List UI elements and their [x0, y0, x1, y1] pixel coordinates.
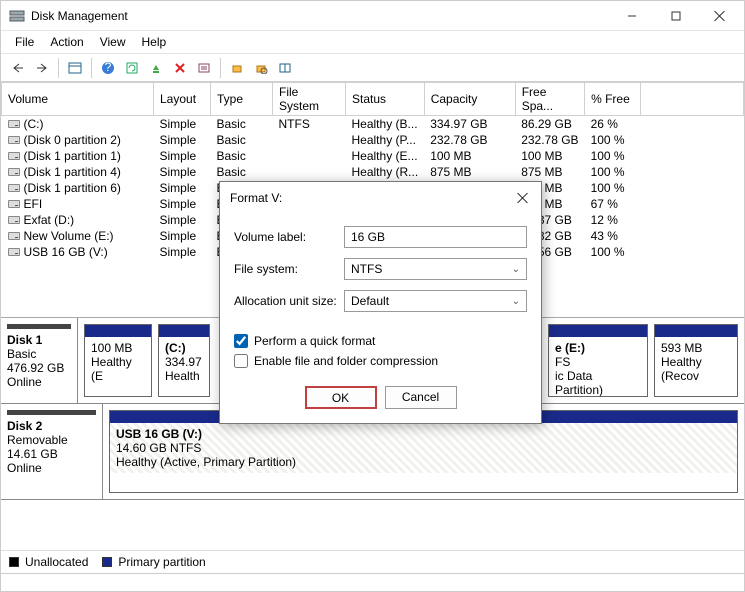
drive-icon: [8, 248, 20, 256]
statusbar: [1, 573, 744, 591]
svg-text:?: ?: [105, 61, 112, 74]
view-button[interactable]: [64, 57, 86, 79]
volume-label-label: Volume label:: [234, 230, 344, 244]
maximize-button[interactable]: [654, 2, 698, 30]
volume-label-input[interactable]: [344, 226, 527, 248]
table-row[interactable]: (Disk 0 partition 2)SimpleBasicHealthy (…: [2, 132, 744, 148]
file-system-label: File system:: [234, 262, 344, 276]
action3-icon[interactable]: [274, 57, 296, 79]
disk1-partition[interactable]: 100 MBHealthy (E: [84, 324, 152, 397]
quick-format-checkbox[interactable]: [234, 334, 248, 348]
col-header[interactable]: File System: [273, 83, 346, 116]
col-header[interactable]: Type: [211, 83, 273, 116]
drive-icon: [8, 120, 20, 128]
col-header[interactable]: Capacity: [424, 83, 515, 116]
menu-action[interactable]: Action: [44, 33, 89, 51]
close-button[interactable]: [698, 2, 742, 30]
legend: Unallocated Primary partition: [1, 550, 744, 573]
table-row[interactable]: (Disk 1 partition 1)SimpleBasicHealthy (…: [2, 148, 744, 164]
col-header[interactable]: Layout: [154, 83, 211, 116]
forward-button[interactable]: [31, 57, 53, 79]
drive-icon: [8, 184, 20, 192]
delete-icon[interactable]: [169, 57, 191, 79]
drive-icon: [8, 232, 20, 240]
drive-icon: [8, 152, 20, 160]
cancel-button[interactable]: Cancel: [385, 386, 457, 409]
titlebar: Disk Management: [1, 1, 744, 31]
col-header[interactable]: Volume: [2, 83, 154, 116]
table-row[interactable]: (C:)SimpleBasicNTFSHealthy (B...334.97 G…: [2, 116, 744, 133]
format-dialog: Format V: Volume label: File system: NTF…: [219, 181, 542, 424]
ok-button[interactable]: OK: [305, 386, 377, 409]
col-header[interactable]: Free Spa...: [515, 83, 584, 116]
disk1-partition[interactable]: (C:)334.97Health: [158, 324, 210, 397]
menu-view[interactable]: View: [94, 33, 132, 51]
disk1-side: Disk 1 Basic 476.92 GB Online: [1, 318, 78, 403]
eject-icon[interactable]: [145, 57, 167, 79]
file-system-select[interactable]: NTFS ⌄: [344, 258, 527, 280]
help-button[interactable]: ?: [97, 57, 119, 79]
allocation-size-label: Allocation unit size:: [234, 294, 344, 308]
disk1-partition[interactable]: e (E:)FSic Data Partition): [548, 324, 648, 397]
drive-icon: [8, 168, 20, 176]
disk2-side: Disk 2 Removable 14.61 GB Online: [1, 404, 103, 499]
window-title: Disk Management: [31, 9, 610, 23]
disk1-label: Disk 1: [7, 333, 42, 347]
refresh-button[interactable]: [121, 57, 143, 79]
quick-format-label[interactable]: Perform a quick format: [254, 334, 375, 348]
disk1-partition[interactable]: 593 MBHealthy (Recov: [654, 324, 738, 397]
menubar: File Action View Help: [1, 31, 744, 54]
col-header[interactable]: % Free: [585, 83, 641, 116]
allocation-size-select[interactable]: Default ⌄: [344, 290, 527, 312]
action1-icon[interactable]: [226, 57, 248, 79]
drive-icon: [8, 136, 20, 144]
drive-icon: [8, 216, 20, 224]
app-icon: [9, 8, 25, 24]
menu-help[interactable]: Help: [136, 33, 173, 51]
table-row[interactable]: (Disk 1 partition 4)SimpleBasicHealthy (…: [2, 164, 744, 180]
menu-file[interactable]: File: [9, 33, 40, 51]
chevron-down-icon: ⌄: [512, 296, 520, 307]
toolbar: ?: [1, 54, 744, 82]
drive-icon: [8, 200, 20, 208]
disk2-label: Disk 2: [7, 419, 42, 433]
dialog-close-button[interactable]: [515, 190, 531, 206]
back-button[interactable]: [7, 57, 29, 79]
compression-checkbox[interactable]: [234, 354, 248, 368]
chevron-down-icon: ⌄: [512, 264, 520, 275]
compression-label[interactable]: Enable file and folder compression: [254, 354, 438, 368]
minimize-button[interactable]: [610, 2, 654, 30]
action2-icon[interactable]: [250, 57, 272, 79]
dialog-title: Format V:: [230, 191, 515, 205]
properties-icon[interactable]: [193, 57, 215, 79]
col-header[interactable]: Status: [346, 83, 425, 116]
